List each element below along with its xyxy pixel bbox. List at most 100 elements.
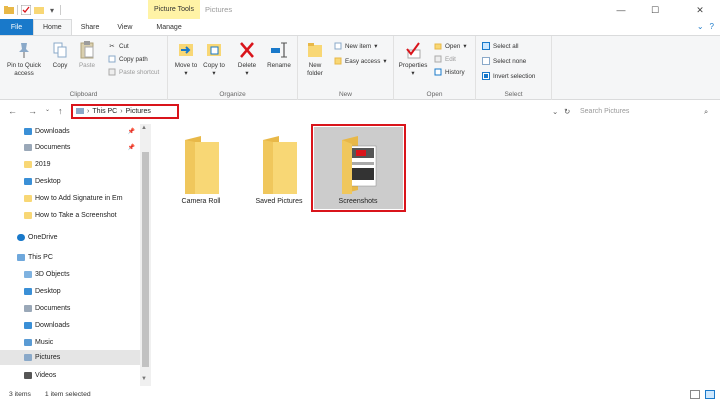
cut-label: Cut <box>119 42 129 50</box>
pin-to-quick-access-button[interactable]: Pin to Quick access <box>2 40 46 78</box>
history-label: History <box>445 68 465 76</box>
new-group-label: New <box>338 91 352 98</box>
nav-item-this-pc[interactable]: This PC <box>0 250 140 265</box>
scroll-down-icon[interactable]: ▼ <box>141 376 147 382</box>
nav-label: How to Add Signature in Em <box>35 195 123 202</box>
details-view-icon[interactable] <box>690 390 700 399</box>
nav-item-desktop-quick[interactable]: Desktop <box>0 174 140 189</box>
address-dropdown-icon[interactable]: ⌄ <box>552 107 558 116</box>
delete-button[interactable]: Delete ▾ <box>234 40 260 78</box>
folder-icon <box>24 212 32 219</box>
tab-share[interactable]: Share <box>72 19 109 35</box>
nav-item-onedrive[interactable]: OneDrive <box>0 230 140 245</box>
tab-file[interactable]: File <box>0 19 33 35</box>
open-group-label: Open <box>426 91 443 98</box>
breadcrumb-this-pc[interactable]: This PC <box>92 108 117 115</box>
nav-label: This PC <box>28 254 53 261</box>
select-all-button[interactable]: Select all <box>482 41 519 51</box>
recent-dropdown-icon[interactable]: ⌄ <box>45 106 50 113</box>
chevron-down-icon[interactable]: ⌄ <box>697 22 704 31</box>
cut-button[interactable]: ✂ Cut <box>108 41 129 51</box>
nav-item-screenshot-folder[interactable]: How to Take a Screenshot <box>0 208 140 223</box>
copy-label: Copy <box>52 62 68 69</box>
select-all-label: Select all <box>493 42 519 50</box>
refresh-icon[interactable]: ↻ <box>564 107 570 116</box>
nav-item-videos[interactable]: Videos <box>0 368 140 383</box>
pin-label: Pin to Quick access <box>7 62 41 77</box>
downloads-icon <box>24 128 32 135</box>
nav-item-downloads[interactable]: Downloads <box>0 318 140 333</box>
copy-path-button[interactable]: Copy path <box>108 54 148 64</box>
rename-button[interactable]: Rename <box>264 40 294 70</box>
music-icon <box>24 339 32 346</box>
folder-item-saved-pictures[interactable]: Saved Pictures <box>244 130 314 210</box>
folder-icon <box>259 136 299 194</box>
nav-label: Downloads <box>35 322 70 329</box>
nav-label: Documents <box>35 305 71 312</box>
copy-to-button[interactable]: Copy to ▾ <box>202 40 226 78</box>
tab-manage[interactable]: Manage <box>147 19 190 35</box>
paste-button[interactable]: Paste <box>74 40 100 70</box>
pin-icon: 📌 <box>127 129 135 135</box>
tab-view[interactable]: View <box>108 19 141 35</box>
search-icon[interactable]: ⌕ <box>704 107 708 117</box>
nav-item-downloads-quick[interactable]: Downloads 📌 <box>0 124 140 139</box>
nav-item-documents[interactable]: Documents <box>0 301 140 316</box>
nav-item-desktop[interactable]: Desktop <box>0 284 140 299</box>
paste-shortcut-button[interactable]: Paste shortcut <box>108 67 159 77</box>
pin-icon: 📌 <box>127 145 135 151</box>
folder-item-camera-roll[interactable]: Camera Roll <box>166 130 236 210</box>
minimize-icon[interactable]: — <box>606 0 636 20</box>
move-to-button[interactable]: Move to ▾ <box>174 40 198 78</box>
select-all-icon <box>482 42 490 50</box>
properties-button[interactable]: Properties ▾ <box>396 40 430 78</box>
pictures-location-icon <box>76 107 84 116</box>
easy-access-button[interactable]: Easy access ▾ <box>334 56 387 66</box>
scroll-thumb[interactable] <box>142 152 149 367</box>
folder-item-screenshots[interactable]: Screenshots <box>323 130 393 210</box>
dropdown-icon[interactable]: ▾ <box>47 5 57 15</box>
copy-button[interactable]: Copy <box>48 40 72 70</box>
search-input[interactable]: Search Pictures <box>575 104 715 119</box>
maximize-icon[interactable]: ☐ <box>640 0 670 20</box>
folder-icon[interactable] <box>4 5 14 15</box>
back-arrow-icon[interactable]: ← <box>8 106 17 116</box>
tab-home[interactable]: Home <box>33 19 72 35</box>
history-button[interactable]: History <box>434 67 465 77</box>
scroll-up-icon[interactable]: ▲ <box>141 125 147 131</box>
dropdown-arrow-icon: ▾ <box>411 70 415 77</box>
address-bar[interactable]: › This PC › Pictures <box>71 104 179 119</box>
select-none-button[interactable]: Select none <box>482 56 526 66</box>
check-icon[interactable] <box>21 5 31 15</box>
help-icon[interactable]: ? <box>710 22 714 31</box>
open-label: Open <box>445 42 461 50</box>
large-icons-view-icon[interactable] <box>705 390 715 399</box>
nav-item-2019[interactable]: 2019 <box>0 157 140 172</box>
nav-item-documents-quick[interactable]: Documents 📌 <box>0 140 140 155</box>
nav-item-music[interactable]: Music <box>0 335 140 350</box>
videos-icon <box>24 372 32 379</box>
breadcrumb-pictures[interactable]: Pictures <box>126 108 151 115</box>
nav-item-3d-objects[interactable]: 3D Objects <box>0 267 140 282</box>
delete-x-icon <box>238 40 256 60</box>
forward-arrow-icon[interactable]: → <box>28 106 37 116</box>
folder-small-icon[interactable] <box>34 5 44 15</box>
dropdown-arrow-icon: ▾ <box>245 70 249 77</box>
invert-selection-button[interactable]: Invert selection <box>482 71 535 81</box>
nav-item-pictures[interactable]: Pictures <box>0 350 140 365</box>
edit-button[interactable]: Edit <box>434 54 456 64</box>
nav-label: Desktop <box>35 288 61 295</box>
picture-tools-context: Picture Tools <box>148 0 200 19</box>
edit-icon <box>434 55 442 63</box>
folder-icon <box>24 195 32 202</box>
up-arrow-icon[interactable]: ↑ <box>58 106 63 116</box>
new-folder-button[interactable]: New folder <box>302 40 328 78</box>
new-item-button[interactable]: New item ▾ <box>334 41 377 51</box>
properties-label: Properties <box>398 62 428 69</box>
close-icon[interactable]: ✕ <box>685 0 715 20</box>
nav-item-signature-folder[interactable]: How to Add Signature in Em <box>0 191 140 206</box>
folder-name: Saved Pictures <box>255 198 303 205</box>
open-button[interactable]: Open ▾ <box>434 41 467 51</box>
ribbon: Pin to Quick access Copy Paste ✂ Cut Cop… <box>0 35 720 100</box>
nav-scrollbar[interactable]: ▲ ▼ <box>140 124 151 386</box>
